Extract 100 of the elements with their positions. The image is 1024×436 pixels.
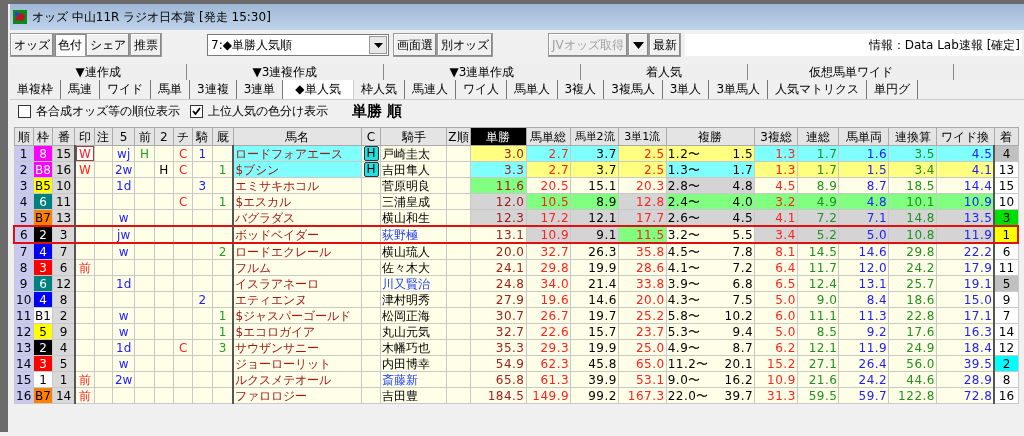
- checkbox[interactable]: [18, 104, 31, 118]
- view-select[interactable]: 7:◆単勝人気順: [207, 34, 389, 56]
- odds-cell: 13.1: [470, 226, 526, 243]
- odds-cell: 10.9: [526, 226, 571, 243]
- badge: H: [363, 146, 379, 161]
- check-icon: [192, 107, 201, 115]
- odds-low: 2.4〜: [667, 194, 701, 209]
- column-header[interactable]: 馬単両: [838, 127, 889, 146]
- odds-high: 9.4: [732, 324, 754, 339]
- odds-high: 1.7: [732, 162, 754, 177]
- mark-text: 1: [218, 194, 227, 209]
- mark-text: 1d: [116, 340, 132, 355]
- mode-button[interactable]: シェア: [86, 33, 130, 57]
- column-header[interactable]: 騎手: [380, 127, 447, 146]
- table-row[interactable]: 13 2 4 1d C 3 サウザンサニー 木幡巧也 35.3 29.3 19.9 25.0 4.9〜 8.7 6.2 12.1 11.9 24.9 18.4 12: [14, 339, 1018, 356]
- table-row[interactable]: 12 5 9 w 1 $エコロガイア 丸山元気 32.7 22.6 15.7 23.7 5.3〜 9.4 5.0 8.5 9.2 17.6 16.3 14: [14, 323, 1018, 340]
- column-header[interactable]: 単勝: [470, 127, 526, 146]
- odds-low: 5.8〜: [667, 308, 701, 323]
- mode-button[interactable]: 推票: [130, 33, 162, 57]
- mark-text: w: [118, 308, 129, 323]
- odds-high: 8.7: [732, 340, 754, 355]
- table-heading: 単勝 順: [352, 101, 403, 121]
- odds-low: 3.9〜: [667, 276, 701, 291]
- odds-high: 10.2: [724, 308, 754, 323]
- column-header[interactable]: 3複総: [754, 127, 798, 146]
- mark-text: 3: [198, 178, 207, 193]
- column-header[interactable]: 印: [74, 127, 95, 146]
- horse-name-cell: ボッドベイダー: [233, 226, 362, 243]
- table-row[interactable]: 10 4 8 2 エティエンヌ 津村明秀 27.9 19.6 14.6 20.0 4.3〜 7.5 5.0 9.0 8.4 18.6 15.0 9: [14, 291, 1018, 308]
- mark-text: H: [140, 146, 149, 161]
- checkbox-label: 各合成オッズ等の順位表示: [36, 102, 180, 120]
- column-header[interactable]: 枠: [33, 127, 53, 146]
- checkbox[interactable]: [190, 104, 203, 118]
- odds-high: 1.5: [732, 146, 754, 161]
- table-row[interactable]: 16 B7 14 前 ファロロジー 吉田豊 184.5 149.9 99.2 167.3 22.0〜 39.7 31.3 59.5 59.7 122.8 72.8 16: [14, 387, 1018, 404]
- caret-icon: [373, 42, 383, 48]
- table-row[interactable]: 7 4 7 w 2 ロードエクレール 横山琉人 20.0 32.7 26.3 35.8 4.5〜 7.8 8.1 14.5 14.6 29.8 22.2 6: [14, 243, 1018, 260]
- column-header[interactable]: Z順: [446, 127, 471, 146]
- mode-button[interactable]: オッズ: [10, 33, 54, 57]
- column-header[interactable]: 2: [154, 127, 174, 146]
- column-header[interactable]: 3単1流: [618, 127, 667, 146]
- odds-high: 7.5: [732, 292, 754, 307]
- mark-text: 2w: [114, 372, 133, 387]
- refresh-button[interactable]: 最新: [648, 33, 681, 57]
- odds-cell: 3.4: [754, 226, 798, 243]
- table-row[interactable]: 14 3 5 w ジョーローリット 内田博幸 54.9 62.3 45.8 65.0 11.2〜 20.1 15.2 27.1 26.4 56.0 39.5 2: [14, 355, 1018, 372]
- table-row[interactable]: 6 2 3 jw ボッドベイダー 荻野極 13.1 10.9 9.1 11.5 3.2〜 5.5 3.4 5.2 5.0 10.8 11.9 1: [14, 226, 1018, 243]
- odds-high: 5.5: [732, 228, 754, 241]
- mark-text: 2: [218, 244, 227, 259]
- column-header[interactable]: 馬単2流: [570, 127, 619, 146]
- table-row[interactable]: 1 8 15 W wj H C 1 ロードフォアエース H 戸崎圭太 3.0 2.7 3.7 2.5 1.2〜 1.5 1.3 1.7 1.6 3.5 4.5 4: [14, 145, 1018, 162]
- mode-button[interactable]: 色付: [54, 33, 86, 57]
- table-row[interactable]: 4 6 11 C 1 $エスカル 三浦皇成 12.0 10.5 8.9 12.8 2.4〜 4.0 3.2 4.9 4.8 10.1 10.9 10: [14, 193, 1018, 210]
- odds-low: 4.3〜: [667, 292, 701, 307]
- odds-low: 4.1〜: [667, 260, 701, 275]
- column-header[interactable]: 馬単総: [526, 127, 571, 146]
- mark-text: wj: [117, 146, 131, 161]
- column-header[interactable]: 馬名: [233, 127, 362, 146]
- table-row[interactable]: 15 1 1 前 2w ルクスメテオール 斎藤新 65.8 61.3 39.9 53.1 9.0〜 16.2 10.9 21.6 24.2 44.6 28.9 8: [14, 371, 1018, 388]
- column-header[interactable]: 前: [134, 127, 155, 146]
- column-header[interactable]: C: [361, 127, 381, 146]
- column-header[interactable]: 順: [14, 127, 34, 146]
- odds-low: 4.9〜: [667, 340, 701, 355]
- odds-high: 7.8: [732, 244, 754, 259]
- column-header[interactable]: 番: [52, 127, 75, 146]
- mark-text: w: [118, 210, 129, 225]
- column-header[interactable]: 連総: [797, 127, 839, 146]
- table-row[interactable]: 2 B8 16 W 2w H C 1 $ブシン H 吉田隼人 3.3 2.7 3.7 2.5 1.3〜 1.7 1.3 1.7 1.5 3.4 4.1 13: [14, 161, 1018, 178]
- toolbar-button[interactable]: 別オッズ: [437, 33, 493, 57]
- column-header[interactable]: 5: [112, 127, 135, 146]
- odds-high: 6.8: [732, 276, 754, 291]
- badge: H: [363, 162, 379, 177]
- odds-low: 3.2〜: [667, 228, 701, 241]
- table-row[interactable]: 9 6 12 1d イスラアネーロ 川又賢治 24.8 34.0 21.4 33.8 3.9〜 6.8 6.5 12.4 13.1 25.7 19.1 5: [14, 275, 1018, 292]
- jockey-cell: 荻野極: [380, 226, 447, 243]
- column-header[interactable]: 連換算: [888, 127, 937, 146]
- table-row[interactable]: 11 B1 2 w 1 $ジャスパーゴールド 松岡正海 30.7 26.7 19.7 25.2 5.8〜 10.2 6.0 11.1 11.3 22.8 17.1 7: [14, 307, 1018, 324]
- column-header[interactable]: チ: [173, 127, 193, 146]
- column-header[interactable]: ワイド換: [936, 127, 995, 146]
- column-header[interactable]: 複勝: [666, 127, 755, 146]
- mark-text: 1d: [116, 178, 132, 193]
- table-row[interactable]: 3 B5 10 1d 3 エミサキホコル 菅原明良 11.6 20.5 15.1 20.3 2.8〜 4.8 4.5 8.9 8.7 18.5 14.4 15: [14, 177, 1018, 194]
- column-header[interactable]: 厩: [212, 127, 234, 146]
- mark-text: 2w: [114, 162, 133, 177]
- dropdown-button[interactable]: [627, 33, 649, 57]
- mark-text: 1: [218, 308, 227, 323]
- odds-cell: 10.8: [888, 226, 937, 243]
- mark-text: w: [118, 324, 129, 339]
- odds-cell: 5.0: [838, 226, 889, 243]
- tab[interactable]: ◆単人気: [283, 80, 354, 99]
- mark-text: H: [159, 162, 169, 177]
- mark-text: C: [178, 340, 188, 355]
- toolbar-button[interactable]: 画面選: [393, 33, 437, 57]
- table-row[interactable]: 8 3 6 前 フルム 佐々木大 24.1 29.8 19.9 28.6 4.1〜 7.2 6.4 11.7 12.0 24.2 17.9 11: [14, 259, 1018, 276]
- column-header[interactable]: 騎: [192, 127, 213, 146]
- mark-text: 1: [218, 324, 227, 339]
- odds-low: 2.6〜: [667, 210, 701, 225]
- column-header[interactable]: 着: [994, 127, 1018, 146]
- mark-text: 2: [198, 292, 207, 307]
- odds-low: 4.5〜: [667, 244, 701, 259]
